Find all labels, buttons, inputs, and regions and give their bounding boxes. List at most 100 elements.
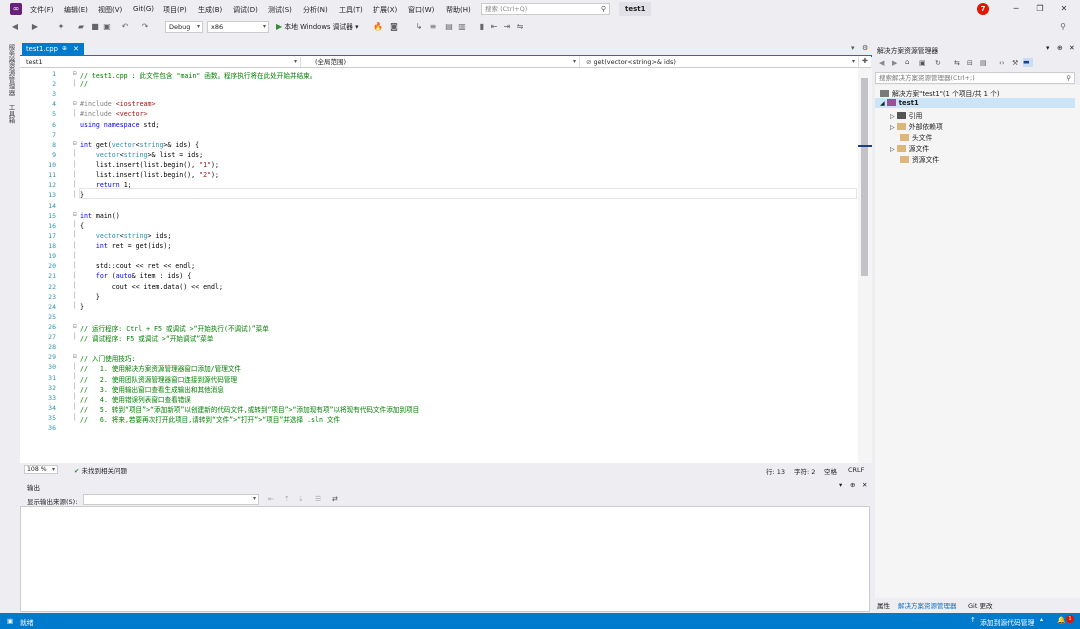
menu-item[interactable]: 工具(T) (339, 5, 363, 15)
code-line[interactable]: // test1.cpp : 此文件包含 "main" 函数。程序执行将在此处开… (80, 70, 316, 80)
menu-item[interactable]: 测试(S) (268, 5, 292, 15)
code-line[interactable]: #include <iostream> (80, 100, 155, 108)
close-button[interactable]: ✕ (1058, 3, 1070, 15)
menu-item[interactable]: Git(G) (133, 5, 154, 13)
code-line[interactable]: // 5. 转到“项目”>“添加新项”以创建新的代码文件,或转到“项目”>“添加… (80, 404, 419, 414)
properties-icon[interactable]: ⚒ (1012, 59, 1018, 67)
forward-icon[interactable]: ▶ (892, 59, 897, 67)
chevron-down-icon[interactable]: ▾ (1046, 44, 1049, 52)
fold-toggle-icon[interactable]: ⊟ (73, 353, 77, 360)
open-folder-icon[interactable]: ▰ (76, 22, 86, 32)
chevron-up-icon[interactable]: ▴ (1040, 616, 1043, 623)
tab-solution-explorer[interactable]: 解决方案资源管理器 (898, 600, 957, 610)
next-bookmark-icon[interactable]: ⇥ (502, 22, 512, 32)
word-wrap-icon[interactable]: ⇄ (332, 495, 338, 503)
add-source-control-button[interactable]: 添加到源代码管理 (980, 617, 1034, 627)
code-line[interactable]: list.insert(list.begin(), "1"); (80, 161, 219, 169)
bell-icon[interactable]: 🔔 (1057, 616, 1065, 624)
code-line[interactable]: // 运行程序: Ctrl + F5 或调试 >“开始执行(不调试)”菜单 (80, 323, 269, 333)
uncomment-icon[interactable]: ▥ (457, 22, 467, 32)
config-select[interactable]: Debug ▾ (165, 21, 203, 33)
collapse-icon[interactable]: ⊟ (967, 59, 973, 67)
code-line[interactable]: // 4. 使用错误列表窗口查看错误 (80, 394, 191, 404)
bookmark-icon[interactable]: ▮ (477, 22, 487, 32)
document-tab[interactable]: test1.cpp ⊕ ✕ (22, 43, 84, 55)
code-line[interactable]: using namespace std; (80, 121, 159, 129)
code-line[interactable]: #include <vector> (80, 110, 148, 118)
menu-item[interactable]: 生成(B) (198, 5, 222, 15)
tree-references[interactable]: ▷ 引用 (890, 110, 922, 120)
fold-toggle-icon[interactable]: ⊟ (73, 323, 77, 330)
nav-scope-select[interactable]: (全局范围) ▾ (311, 57, 580, 67)
undo-icon[interactable]: ↶ (120, 22, 130, 32)
eol-indicator[interactable]: CRLF (848, 466, 864, 474)
fold-toggle-icon[interactable]: ⊟ (73, 100, 77, 107)
code-line[interactable]: { (80, 222, 84, 230)
fold-toggle-icon[interactable]: ⊟ (73, 211, 77, 218)
show-all-files-icon[interactable]: ▤ (980, 59, 987, 67)
minimize-button[interactable]: ─ (1010, 3, 1022, 15)
home-icon[interactable]: ⌂ (905, 58, 909, 66)
close-icon[interactable]: ✕ (1069, 44, 1075, 52)
format-icon[interactable]: ≡ (428, 22, 438, 32)
tab-properties[interactable]: 属性 (877, 600, 890, 610)
save-icon[interactable]: ■ (90, 22, 100, 32)
settings-icon[interactable]: ⚙ (862, 44, 868, 52)
code-line[interactable]: // 1. 使用解决方案资源管理器窗口添加/管理文件 (80, 363, 241, 373)
line-indicator[interactable]: 行: 13 (766, 466, 785, 476)
code-line[interactable]: return 1; (80, 181, 132, 189)
menu-item[interactable]: 窗口(W) (408, 5, 434, 15)
output-content[interactable] (20, 506, 870, 612)
notification-badge[interactable]: 7 (977, 3, 989, 15)
code-line[interactable]: // 2. 使用团队资源管理器窗口连接到源代码管理 (80, 374, 237, 384)
camera-icon[interactable]: ◙ (389, 22, 399, 32)
tree-project[interactable]: ◢ test1 (880, 99, 919, 107)
chevron-down-icon[interactable]: ▾ (839, 481, 842, 489)
hot-reload-icon[interactable]: 🔥 (373, 22, 383, 32)
vs-code-icon[interactable]: ▣ (919, 59, 926, 67)
menu-item[interactable]: 分析(N) (303, 5, 328, 15)
code-line[interactable]: // 入门使用技巧: (80, 353, 135, 363)
tree-header-files[interactable]: 头文件 (900, 132, 932, 142)
visual-studio-logo-icon[interactable]: ∞ (10, 3, 22, 15)
close-tab-icon[interactable]: ✕ (73, 43, 79, 55)
code-line[interactable]: vector<string>& list = ids; (80, 151, 203, 159)
menu-item[interactable]: 扩展(X) (373, 5, 397, 15)
back-icon[interactable]: ◀ (10, 22, 20, 32)
code-line[interactable]: } (80, 293, 100, 301)
code-line[interactable]: // 6. 将来,若要再次打开此项目,请转到“文件”>“打开”>“项目”并选择 … (80, 414, 340, 424)
back-icon[interactable]: ◀ (879, 59, 884, 67)
code-line[interactable]: int get(vector<string>& ids) { (80, 141, 199, 149)
menu-item[interactable]: 帮助(H) (446, 5, 471, 15)
forward-icon[interactable]: ▶ (30, 22, 40, 32)
fold-toggle-icon[interactable]: ⊟ (73, 140, 77, 147)
issues-indicator[interactable]: ✔ 未找到相关问题 (74, 465, 127, 475)
code-line[interactable]: vector<string> ids; (80, 232, 171, 240)
char-indicator[interactable]: 字符: 2 (794, 466, 815, 476)
nav-member-select[interactable]: ⊘ get(vector<string>& ids) ▾ (582, 57, 859, 67)
code-line[interactable]: list.insert(list.begin(), "2"); (80, 171, 219, 179)
platform-select[interactable]: x86 ▾ (207, 21, 269, 33)
tab-overflow-icon[interactable]: ▾ (851, 44, 855, 52)
code-line[interactable]: for (auto& item : ids) { (80, 272, 191, 280)
scrollbar-thumb[interactable] (861, 78, 868, 276)
solution-explorer-search[interactable]: 搜索解决方案资源管理器(Ctrl+;) ⚲ (875, 72, 1075, 84)
whitespace-indicator[interactable]: 空格 (824, 466, 837, 476)
prev-message-icon[interactable]: ⇡ (284, 495, 290, 503)
comment-icon[interactable]: ▤ (444, 22, 454, 32)
pin-icon[interactable]: ⊕ (1057, 44, 1063, 52)
next-message-icon[interactable]: ⇣ (298, 495, 304, 503)
menu-item[interactable]: 文件(F) (30, 5, 54, 15)
history-icon[interactable]: ↻ (935, 59, 941, 67)
nav-project-select[interactable]: test1 ▾ (22, 57, 301, 67)
split-editor-icon[interactable]: ✚ (862, 57, 868, 65)
menu-item[interactable]: 项目(P) (163, 5, 187, 15)
redo-icon[interactable]: ↷ (140, 22, 150, 32)
clear-bookmarks-icon[interactable]: ⇋ (515, 22, 525, 32)
code-line[interactable]: // 3. 使用输出窗口查看生成输出和其他消息 (80, 384, 224, 394)
tree-solution[interactable]: 解决方案"test1"(1 个项目/共 1 个) (880, 88, 1000, 98)
code-view-icon[interactable]: ‹› (999, 59, 1005, 67)
output-source-select[interactable]: ▾ (83, 494, 259, 505)
tab-git-changes[interactable]: Git 更改 (968, 600, 992, 610)
code-line[interactable]: // (80, 80, 88, 88)
